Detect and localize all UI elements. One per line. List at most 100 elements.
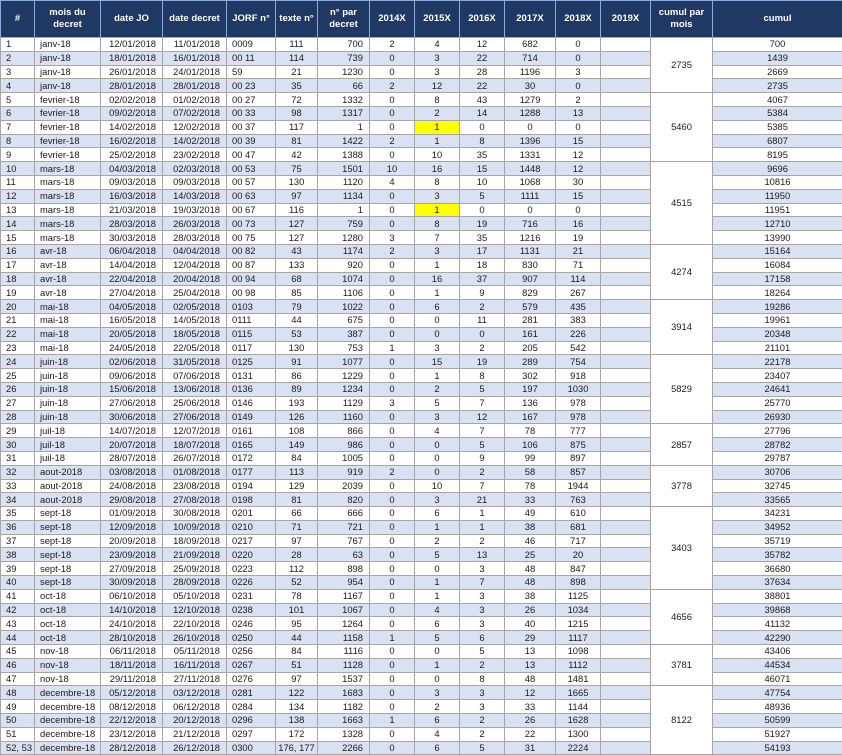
table-row: 52, 53decembre-1828/12/201826/12/2018030… — [1, 741, 842, 755]
row-jorf-cell: 0103 — [227, 300, 276, 314]
row-jorf-cell: 0149 — [227, 410, 276, 424]
row-month-cell: oct-18 — [35, 603, 101, 617]
col-header-2018x: 2018X — [556, 1, 601, 38]
row-date-jo-cell: 28/07/2018 — [101, 451, 163, 465]
table-row: 50decembre-1822/12/201820/12/20180296138… — [1, 714, 842, 728]
row-2016x-cell: 13 — [460, 548, 505, 562]
row-2018x-cell: 71 — [556, 258, 601, 272]
table-row: 16avr-1806/04/201804/04/201800 824311742… — [1, 244, 842, 258]
row-jorf-cell: 0231 — [227, 589, 276, 603]
col-header-texte: texte n° — [276, 1, 318, 38]
row-2016x-cell: 7 — [460, 479, 505, 493]
row-cumul-cell: 34231 — [713, 507, 842, 521]
row-texte-cell: 52 — [276, 576, 318, 590]
row-2017x-cell: 205 — [505, 341, 556, 355]
row-month-cell: mai-18 — [35, 341, 101, 355]
row-date-decret-cell: 01/08/2018 — [163, 465, 227, 479]
row-index-cell: 8 — [1, 134, 35, 148]
row-date-decret-cell: 26/07/2018 — [163, 451, 227, 465]
row-jorf-cell: 0226 — [227, 576, 276, 590]
row-date-decret-cell: 20/04/2018 — [163, 272, 227, 286]
row-2017x-cell: 1068 — [505, 175, 556, 189]
month-total-cell: 3403 — [651, 507, 713, 590]
row-date-jo-cell: 14/07/2018 — [101, 424, 163, 438]
row-par-decret-cell: 1167 — [318, 589, 370, 603]
row-month-cell: juin-18 — [35, 382, 101, 396]
row-par-decret-cell: 63 — [318, 548, 370, 562]
row-2015x-cell: 6 — [415, 300, 460, 314]
row-par-decret-cell: 2039 — [318, 479, 370, 493]
row-date-decret-cell: 16/11/2018 — [163, 658, 227, 672]
row-2014x-cell: 0 — [370, 520, 415, 534]
row-cumul-cell: 21101 — [713, 341, 842, 355]
row-date-jo-cell: 15/06/2018 — [101, 382, 163, 396]
row-2017x-cell: 22 — [505, 727, 556, 741]
row-2019x-cell — [601, 700, 651, 714]
row-cumul-cell: 28782 — [713, 438, 842, 452]
row-month-cell: juil-18 — [35, 438, 101, 452]
row-2019x-cell — [601, 65, 651, 79]
row-jorf-cell: 00 11 — [227, 51, 276, 65]
row-2014x-cell: 0 — [370, 451, 415, 465]
row-texte-cell: 127 — [276, 217, 318, 231]
row-date-jo-cell: 24/05/2018 — [101, 341, 163, 355]
row-2017x-cell: 38 — [505, 520, 556, 534]
row-month-cell: decembre-18 — [35, 686, 101, 700]
row-2015x-cell: 5 — [415, 548, 460, 562]
row-month-cell: sept-18 — [35, 507, 101, 521]
row-cumul-cell: 9696 — [713, 162, 842, 176]
row-index-cell: 46 — [1, 658, 35, 672]
row-index-cell: 33 — [1, 479, 35, 493]
col-header-date-jo: date JO — [101, 1, 163, 38]
row-date-decret-cell: 05/11/2018 — [163, 645, 227, 659]
row-date-decret-cell: 20/12/2018 — [163, 714, 227, 728]
row-month-cell: fevrier-18 — [35, 134, 101, 148]
table-row: 12mars-1816/03/201814/03/201800 63971134… — [1, 189, 842, 203]
row-par-decret-cell: 387 — [318, 327, 370, 341]
row-cumul-cell: 35782 — [713, 548, 842, 562]
row-par-decret-cell: 1005 — [318, 451, 370, 465]
row-2018x-cell: 1117 — [556, 631, 601, 645]
table-row: 30juil-1820/07/201818/07/201801651499860… — [1, 438, 842, 452]
table-row: 7fevrier-1814/02/201812/02/201800 371171… — [1, 120, 842, 134]
row-2018x-cell: 1481 — [556, 672, 601, 686]
row-jorf-cell: 0210 — [227, 520, 276, 534]
row-2016x-cell: 2 — [460, 300, 505, 314]
row-2014x-cell: 0 — [370, 272, 415, 286]
row-jorf-cell: 0223 — [227, 562, 276, 576]
row-2016x-cell: 5 — [460, 189, 505, 203]
table-row: 22mai-1820/05/201818/05/2018011553387000… — [1, 327, 842, 341]
row-date-jo-cell: 20/05/2018 — [101, 327, 163, 341]
row-2019x-cell — [601, 672, 651, 686]
row-cumul-cell: 51927 — [713, 727, 842, 741]
row-month-cell: janv-18 — [35, 51, 101, 65]
row-2019x-cell — [601, 51, 651, 65]
row-texte-cell: 44 — [276, 313, 318, 327]
row-month-cell: decembre-18 — [35, 714, 101, 728]
row-cumul-cell: 33565 — [713, 493, 842, 507]
row-2019x-cell — [601, 410, 651, 424]
row-date-jo-cell: 08/12/2018 — [101, 700, 163, 714]
row-2018x-cell: 0 — [556, 51, 601, 65]
row-texte-cell: 68 — [276, 272, 318, 286]
row-jorf-cell: 00 39 — [227, 134, 276, 148]
row-2018x-cell: 15 — [556, 189, 601, 203]
row-cumul-cell: 6807 — [713, 134, 842, 148]
row-2018x-cell: 20 — [556, 548, 601, 562]
row-texte-cell: 126 — [276, 410, 318, 424]
row-par-decret-cell: 1230 — [318, 65, 370, 79]
row-month-cell: mai-18 — [35, 300, 101, 314]
row-texte-cell: 44 — [276, 631, 318, 645]
row-month-cell: juin-18 — [35, 410, 101, 424]
row-2014x-cell: 0 — [370, 65, 415, 79]
row-2017x-cell: 26 — [505, 714, 556, 728]
row-index-cell: 39 — [1, 562, 35, 576]
month-total-cell: 2735 — [651, 38, 713, 93]
row-cumul-cell: 5384 — [713, 106, 842, 120]
row-jorf-cell: 00 82 — [227, 244, 276, 258]
row-texte-cell: 172 — [276, 727, 318, 741]
row-2017x-cell: 49 — [505, 507, 556, 521]
row-2015x-cell: 6 — [415, 714, 460, 728]
row-texte-cell: 176, 177 — [276, 741, 318, 755]
row-2019x-cell — [601, 520, 651, 534]
